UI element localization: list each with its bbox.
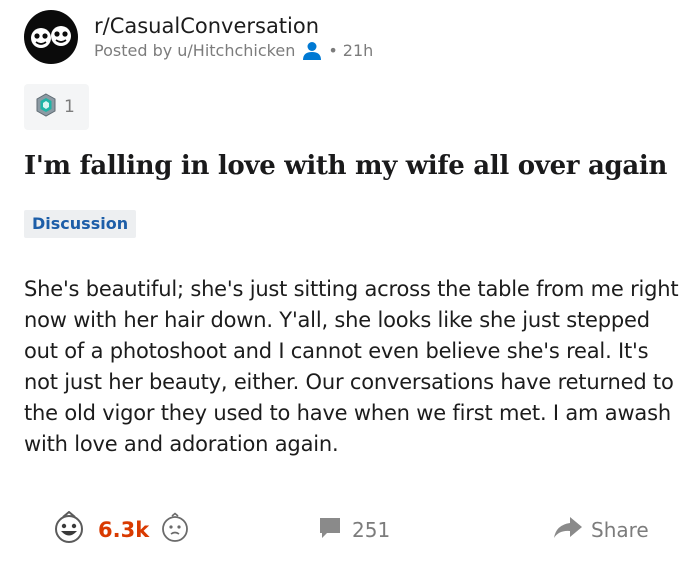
person-icon — [301, 41, 323, 61]
share-arrow-icon — [553, 516, 583, 545]
post-actions: 6.3k 251 Share — [0, 508, 700, 552]
post-header: r/CasualConversation Posted by u/Hitchch… — [24, 10, 373, 64]
post-age: 21h — [342, 40, 374, 60]
separator-dot: • — [328, 40, 338, 60]
post-flair[interactable]: Discussion — [24, 210, 137, 238]
award-count: 1 — [64, 97, 75, 117]
upvote-icon[interactable] — [52, 510, 86, 550]
vote-group: 6.3k — [52, 508, 191, 552]
comment-icon — [318, 516, 342, 545]
downvote-icon[interactable] — [159, 511, 191, 549]
post-meta: Posted by u/Hitchchicken • 21h — [94, 40, 373, 62]
award-icon — [34, 93, 58, 121]
comments-button[interactable]: 251 — [318, 508, 390, 552]
post-body: She's beautiful; she's just sitting acro… — [24, 277, 679, 456]
subreddit-avatar-icon[interactable] — [24, 10, 78, 64]
post-title[interactable]: I'm falling in love with my wife all ove… — [24, 151, 667, 181]
share-label: Share — [591, 518, 649, 542]
subreddit-name[interactable]: r/CasualConversation — [94, 13, 373, 39]
vote-score: 6.3k — [98, 518, 150, 542]
posted-by[interactable]: Posted by u/Hitchchicken — [94, 40, 295, 62]
comment-count: 251 — [352, 518, 391, 542]
awards[interactable]: 1 — [24, 84, 89, 130]
share-button[interactable]: Share — [553, 508, 649, 552]
